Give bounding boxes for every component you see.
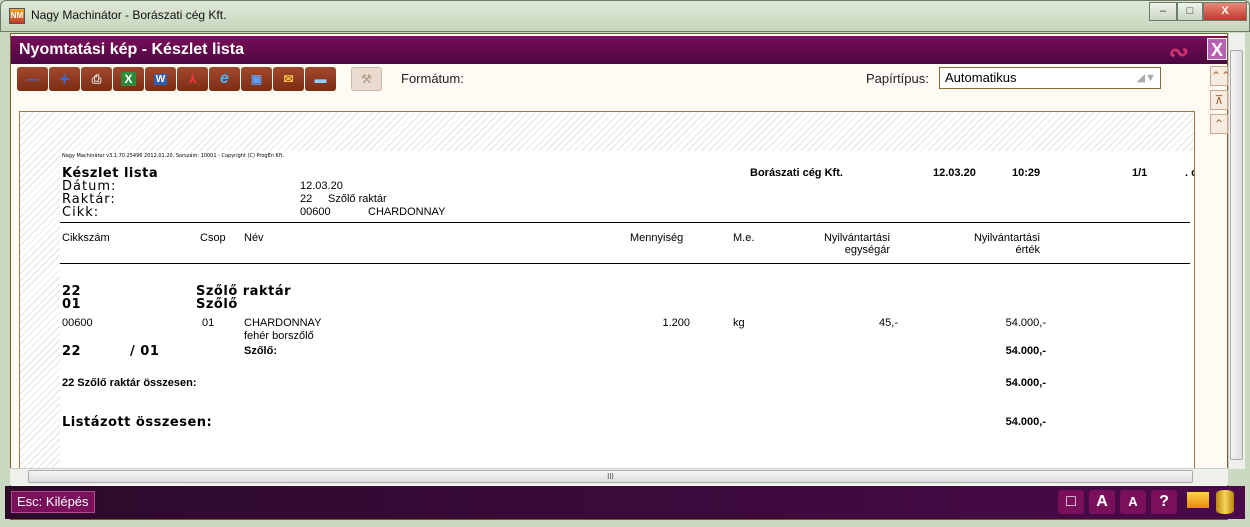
dialog-header: Nyomtatási kép - Készlet lista ∾ X <box>11 36 1227 66</box>
window-title: Nagy Machinátor - Borászati cég Kft. <box>31 8 227 22</box>
print-time: 10:29 <box>1012 167 1041 179</box>
toolbar: — + ⎙ X W ⅄ e ▣ ✉ ▬ ⚒ <box>17 67 382 91</box>
print-icon: ⎙ <box>91 71 102 86</box>
row-unit: kg <box>733 317 745 329</box>
col-value-line1: Nyilvántartási <box>973 232 1040 244</box>
group-code: 01 <box>62 297 82 312</box>
help-button[interactable]: ? <box>1151 490 1177 514</box>
row-description: fehér borszőlő <box>244 330 314 342</box>
word-export-button[interactable]: W <box>145 67 176 91</box>
row-value: 54.000,- <box>1005 317 1046 329</box>
pdf-icon: ⅄ <box>188 72 197 86</box>
tools-icon: ⚒ <box>361 72 372 86</box>
warehouse-total-label: 22 Szőlő raktár összesen: <box>62 377 197 389</box>
warehouse-total-value: 54.000,- <box>1005 377 1046 389</box>
col-qty: Mennyiség <box>630 232 684 244</box>
maximize-button[interactable]: □ <box>1177 2 1203 21</box>
row-group: 01 <box>202 317 215 329</box>
settings-button[interactable]: ⚒ <box>351 67 382 91</box>
database-icon[interactable] <box>1216 490 1234 514</box>
paper-type-value: Automatikus <box>945 70 1017 85</box>
internet-explorer-icon: e <box>220 70 229 87</box>
trailing-mark: . c <box>1185 167 1194 179</box>
paper-type-select[interactable]: Automatikus ◢▼ <box>939 67 1161 89</box>
bottom-bar: Esc: Kilépés □ A A ? <box>5 486 1245 519</box>
col-value-line2: érték <box>1015 244 1040 256</box>
warehouse-name: Szőlő raktár <box>328 193 387 205</box>
date-value: 12.03.20 <box>300 180 343 192</box>
row-name: CHARDONNAY <box>244 317 322 329</box>
col-price-line2: egységár <box>844 244 890 256</box>
grand-total-label: Listázott összesen: <box>62 415 213 430</box>
company-name: Borászati cég Kft. <box>750 167 843 179</box>
font-smaller-button[interactable]: A <box>1120 490 1146 514</box>
outlook-icon: ✉ <box>283 72 294 86</box>
font-larger-button[interactable]: A <box>1089 490 1115 514</box>
exit-button[interactable]: Esc: Kilépés <box>11 491 95 513</box>
item-name: CHARDONNAY <box>368 206 446 218</box>
preview-area: Nagy Machinátor v3.1.70.25496 2012.01.20… <box>19 111 1195 469</box>
page-up-button[interactable]: ⌃ <box>1210 114 1228 134</box>
col-price: Nyilvántartási egységár <box>790 232 890 256</box>
logo-swirl-icon: ∾ <box>1166 39 1187 66</box>
row-qty: 1.200 <box>662 317 690 329</box>
col-code: Cikkszám <box>62 232 110 244</box>
col-unit: M.e. <box>733 232 755 244</box>
zoom-in-icon: + <box>59 68 70 89</box>
minimize-button[interactable]: – <box>1149 2 1177 21</box>
row-price: 45,- <box>879 317 898 329</box>
print-preview-dialog: Nyomtatási kép - Készlet lista ∾ X — + ⎙… <box>10 33 1231 520</box>
first-page-button[interactable]: ⌃⌃ <box>1210 66 1231 86</box>
chevron-down-icon: ◢▼ <box>1136 72 1156 84</box>
subtotal-value: 54.000,- <box>1005 345 1046 357</box>
format-label: Formátum: <box>401 71 464 86</box>
dialog-title: Nyomtatási kép - Készlet lista <box>19 41 244 58</box>
top-button[interactable]: ⊼ <box>1210 90 1228 110</box>
pdf-export-button[interactable]: ⅄ <box>177 67 208 91</box>
row-code: 00600 <box>62 317 93 329</box>
subtotal-group: / 01 <box>130 344 160 359</box>
item-code: 00600 <box>300 206 331 218</box>
print-button[interactable]: ⎙ <box>81 67 112 91</box>
zoom-out-icon: — <box>26 72 39 86</box>
subtotal-label: Szőlő: <box>244 345 277 357</box>
dialog-close-button[interactable]: X <box>1207 38 1227 60</box>
html-export-button[interactable]: e <box>209 67 240 91</box>
copyright-line: Nagy Machinátor v3.1.70.25496 2012.01.20… <box>62 153 285 159</box>
col-price-line1: Nyilvántartási <box>823 232 890 244</box>
grand-total-value: 54.000,- <box>1005 416 1046 428</box>
word-icon: W <box>153 73 168 85</box>
save-button[interactable]: ▬ <box>305 67 336 91</box>
monitor-icon[interactable] <box>1187 492 1209 508</box>
zoom-in-button[interactable]: + <box>49 67 80 91</box>
print-date: 12.03.20 <box>933 167 976 179</box>
col-name: Név <box>244 232 264 244</box>
group-name: Szőlő <box>196 297 238 312</box>
window-title-bar: NM Nagy Machinátor - Borászati cég Kft. … <box>0 0 1250 32</box>
item-label: Cikk: <box>62 205 100 220</box>
col-group: Csop <box>200 232 226 244</box>
window-mode-button[interactable]: □ <box>1058 490 1084 514</box>
horizontal-scroll-thumb[interactable]: III <box>28 470 1193 483</box>
excel-icon: X <box>121 72 136 86</box>
zoom-out-button[interactable]: — <box>17 67 48 91</box>
col-value: Nyilvántartási érték <box>940 232 1040 256</box>
excel-export-button[interactable]: X <box>113 67 144 91</box>
app-icon: NM <box>9 8 25 24</box>
paper-type-label: Papírtípus: <box>866 71 929 86</box>
window-close-button[interactable]: X <box>1203 2 1247 21</box>
report-page: Nagy Machinátor v3.1.70.25496 2012.01.20… <box>60 151 1194 468</box>
email-button[interactable]: ✉ <box>273 67 304 91</box>
subtotal-warehouse: 22 <box>62 344 82 359</box>
monitor-icon: ▣ <box>250 72 263 86</box>
vertical-scroll-thumb[interactable] <box>1230 50 1243 460</box>
screen-button[interactable]: ▣ <box>241 67 272 91</box>
warehouse-code: 22 <box>300 193 313 205</box>
save-icon: ▬ <box>314 72 327 86</box>
page-number: 1/1 <box>1132 167 1148 179</box>
